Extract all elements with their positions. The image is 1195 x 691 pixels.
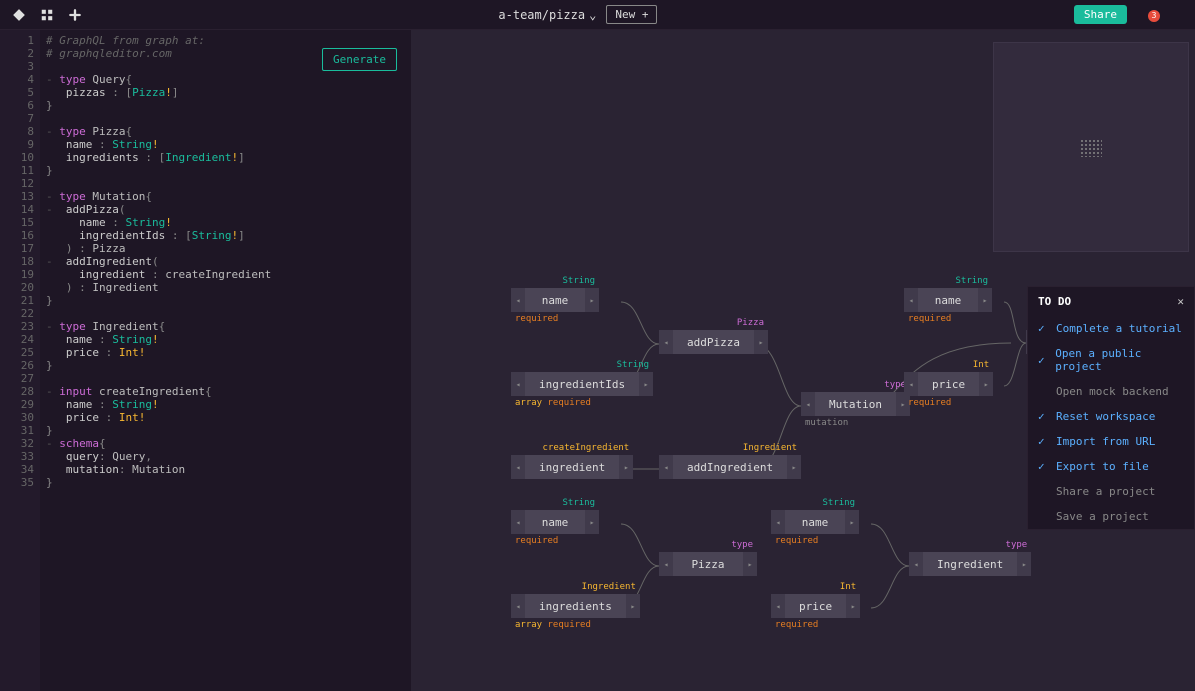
node-price-1[interactable]: Int ◂price▸ required xyxy=(904,372,993,396)
todo-label: Save a project xyxy=(1056,510,1149,523)
check-icon: ✓ xyxy=(1038,435,1048,448)
node-ingredient-type[interactable]: type ◂Ingredient▸ xyxy=(909,552,1031,576)
new-button[interactable]: New + xyxy=(606,5,657,24)
todo-item[interactable]: ✓ Reset workspace xyxy=(1028,404,1194,429)
main: 1234567891011121314151617181920212223242… xyxy=(0,30,1195,691)
node-pizza-type[interactable]: type ◂Pizza▸ xyxy=(659,552,757,576)
grid-icon[interactable] xyxy=(40,8,54,22)
check-icon: ✓ xyxy=(1038,460,1048,473)
todo-item[interactable]: Share a project xyxy=(1028,479,1194,504)
node-add-ingredient[interactable]: Ingredient ◂addIngredient▸ xyxy=(659,455,801,479)
code-editor[interactable]: 1234567891011121314151617181920212223242… xyxy=(0,30,411,691)
node-name-4[interactable]: String ◂name▸ required xyxy=(771,510,859,534)
slack-icon[interactable] xyxy=(68,8,82,22)
close-icon[interactable]: ✕ xyxy=(1177,295,1184,308)
todo-label: Reset workspace xyxy=(1056,410,1155,423)
topbar-center: a-team/pizza ⌄ New + xyxy=(82,5,1074,24)
todo-item[interactable]: Open mock backend xyxy=(1028,379,1194,404)
node-ingredients[interactable]: Ingredient ◂ingredients▸ array required xyxy=(511,594,640,618)
node-add-pizza[interactable]: Pizza ◂addPizza▸ xyxy=(659,330,768,354)
todo-item[interactable]: ✓ Complete a tutorial xyxy=(1028,316,1194,341)
todo-label: Share a project xyxy=(1056,485,1155,498)
topbar-left xyxy=(12,8,82,22)
todo-item[interactable]: ✓ Import from URL xyxy=(1028,429,1194,454)
node-ingredient-ids[interactable]: String ◂ingredientIds▸ array required xyxy=(511,372,653,396)
todo-label: Open a public project xyxy=(1055,347,1184,373)
logo-icon[interactable] xyxy=(12,8,26,22)
todo-panel: TO DO ✕ ✓ Complete a tutorial ✓ Open a publ… xyxy=(1027,286,1195,530)
node-name-3[interactable]: String ◂name▸ required xyxy=(511,510,599,534)
node-ingredient[interactable]: createIngredient ◂ingredient▸ xyxy=(511,455,633,479)
node-price-2[interactable]: Int ◂price▸ required xyxy=(771,594,860,618)
todo-item[interactable]: ✓ Export to file xyxy=(1028,454,1194,479)
chevron-down-icon: ⌄ xyxy=(589,8,596,22)
project-name-label: a-team/pizza xyxy=(498,8,585,22)
todo-title: TO DO xyxy=(1038,295,1071,308)
check-icon: ✓ xyxy=(1038,354,1047,367)
todo-label: Open mock backend xyxy=(1056,385,1169,398)
code-content[interactable]: # GraphQL from graph at: # graphqleditor… xyxy=(40,30,411,691)
generate-button[interactable]: Generate xyxy=(322,48,397,71)
line-gutter: 1234567891011121314151617181920212223242… xyxy=(0,30,40,691)
node-mutation[interactable]: type ◂Mutation▸ mutation xyxy=(801,392,910,416)
graph-canvas[interactable]: String ◂name▸ required String ◂ingredien… xyxy=(411,30,1195,691)
check-icon: ✓ xyxy=(1038,322,1048,335)
todo-list: ✓ Complete a tutorial ✓ Open a public proje… xyxy=(1028,316,1194,529)
todo-label: Export to file xyxy=(1056,460,1149,473)
share-button[interactable]: Share xyxy=(1074,5,1127,24)
minimap[interactable] xyxy=(993,42,1189,252)
todo-header: TO DO ✕ xyxy=(1028,287,1194,316)
minimap-viewport xyxy=(1080,139,1102,157)
project-selector[interactable]: a-team/pizza ⌄ xyxy=(498,8,596,22)
topbar-right: Share 3 xyxy=(1074,5,1183,24)
todo-label: Complete a tutorial xyxy=(1056,322,1182,335)
topbar: a-team/pizza ⌄ New + Share 3 xyxy=(0,0,1195,30)
todo-item[interactable]: ✓ Open a public project xyxy=(1028,341,1194,379)
notification-badge: 3 xyxy=(1148,10,1160,22)
check-icon: ✓ xyxy=(1038,410,1048,423)
todo-item[interactable]: Save a project xyxy=(1028,504,1194,529)
node-name-1[interactable]: String ◂name▸ required xyxy=(511,288,599,312)
node-name-2[interactable]: String ◂name▸ required xyxy=(904,288,992,312)
todo-label: Import from URL xyxy=(1056,435,1155,448)
